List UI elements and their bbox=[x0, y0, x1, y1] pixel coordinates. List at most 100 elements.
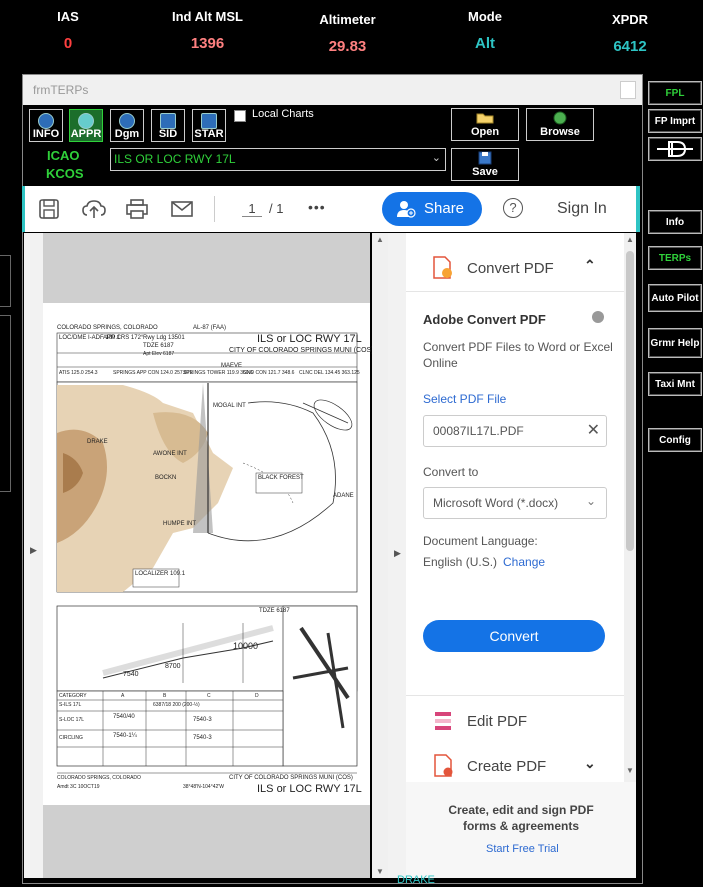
select-file-label: Select PDF File bbox=[423, 392, 507, 406]
promo-box: Create, edit and sign PDF forms & agreem… bbox=[406, 782, 636, 878]
xpdr-value: 6412 bbox=[613, 38, 647, 55]
altimeter-value: 29.83 bbox=[328, 38, 367, 55]
drake-fix-label: DRAKE bbox=[397, 874, 435, 886]
info-tab-button[interactable]: INFO bbox=[29, 109, 63, 142]
local-charts-checkbox[interactable] bbox=[234, 110, 246, 122]
chart-s-loc-a: 7540/40 bbox=[113, 714, 135, 720]
direct-to-icon bbox=[657, 141, 693, 157]
chart-s-ils-val: 6387/18 200 (200-½) bbox=[153, 702, 200, 708]
chevron-down-icon[interactable]: ⌄ bbox=[584, 755, 596, 772]
chart-tdze-profile: TDZE 6187 bbox=[259, 608, 290, 614]
chart-footer-amdt: Amdt 3C 10OCT19 bbox=[57, 784, 100, 790]
email-icon[interactable] bbox=[170, 198, 194, 220]
print-icon[interactable] bbox=[125, 198, 149, 220]
appr-tab-button[interactable]: APPR bbox=[69, 109, 103, 142]
pdf-right-panel-toggle[interactable]: ▶ bbox=[388, 233, 406, 878]
taxi-mnt-button[interactable]: Taxi Mnt bbox=[648, 372, 702, 396]
chart-id: AL-87 (FAA) bbox=[193, 325, 227, 331]
direct-to-button[interactable] bbox=[648, 137, 702, 161]
terps-button[interactable]: TERPs bbox=[648, 246, 702, 270]
edit-pdf-link[interactable]: Edit PDF bbox=[467, 713, 527, 730]
file-name-field[interactable]: 00087IL17L.PDF ✕ bbox=[423, 415, 607, 447]
page-number-input[interactable]: 1 bbox=[242, 201, 262, 217]
start-free-trial-link[interactable]: Start Free Trial bbox=[486, 843, 559, 855]
change-language-link[interactable]: Change bbox=[503, 555, 545, 569]
sid-tab-button[interactable]: SID bbox=[151, 109, 185, 142]
collapse-right-arrow-icon: ▶ bbox=[394, 548, 401, 558]
chart-alt-8700: 8700 bbox=[165, 663, 181, 670]
chart-tdze: TDZE 6187 bbox=[143, 343, 174, 349]
info-button[interactable]: Info bbox=[648, 210, 702, 234]
add-person-icon bbox=[397, 201, 416, 218]
save-label: Save bbox=[472, 166, 498, 178]
panel-divider bbox=[406, 291, 624, 292]
grmr-help-button[interactable]: Grmr Help bbox=[648, 328, 702, 358]
dgm-tab-button[interactable]: Dgm bbox=[110, 109, 144, 142]
edit-pdf-icon bbox=[435, 712, 451, 730]
procedure-select[interactable]: ILS OR LOC RWY 17L ⌄ bbox=[110, 148, 446, 171]
convert-to-select[interactable]: Microsoft Word (*.docx) ⌄ bbox=[423, 487, 607, 519]
chart-fix: BLACK FOREST bbox=[258, 475, 304, 481]
pdf-page-scrollbar[interactable]: ▲ ▼ bbox=[372, 233, 388, 878]
open-button[interactable]: Open bbox=[451, 108, 519, 141]
convert-pdf-header[interactable]: Convert PDF bbox=[467, 260, 554, 277]
chart-fix: BOCKN bbox=[155, 475, 177, 481]
chart-fix: MAEVE bbox=[221, 363, 243, 369]
chart-circ-c: 7540-3 bbox=[193, 735, 212, 741]
sign-in-link[interactable]: Sign In bbox=[557, 200, 607, 218]
chart-alt-7540: 7540 bbox=[123, 671, 139, 678]
ind-alt-value: 1396 bbox=[190, 35, 225, 52]
doc-language-value: English (U.S.) bbox=[423, 555, 498, 569]
chart-s-loc-c: 7540-3 bbox=[193, 717, 212, 723]
create-pdf-link[interactable]: Create PDF bbox=[467, 758, 546, 775]
toolbar-accent-line bbox=[636, 186, 640, 232]
chart-fix: ADANE bbox=[333, 493, 354, 499]
icao-label: ICAO bbox=[47, 148, 80, 163]
window-title: frmTERPs bbox=[33, 83, 89, 97]
help-icon-glyph: ? bbox=[509, 200, 517, 215]
chart-procedure: ILS or LOC RWY 17L bbox=[257, 333, 362, 345]
chart-footer-city: COLORADO SPRINGS, COLORADO bbox=[57, 775, 141, 781]
chart-fix: AWONE INT bbox=[153, 451, 187, 457]
airport-icon bbox=[38, 113, 54, 129]
approach-chart-drawing bbox=[56, 332, 358, 774]
help-icon[interactable]: ? bbox=[503, 198, 523, 218]
share-button[interactable]: Share bbox=[382, 192, 482, 226]
fpl-button[interactable]: FPL bbox=[648, 81, 702, 105]
chart-footer-coords: 38°48'N-104°42'W bbox=[183, 784, 224, 790]
scroll-down-arrow-icon: ▼ bbox=[626, 766, 634, 775]
chevron-down-icon: ⌄ bbox=[585, 494, 596, 508]
chart-alt-10000: 10000 bbox=[233, 641, 259, 651]
browse-button[interactable]: Browse bbox=[526, 108, 594, 141]
info-tab-label: INFO bbox=[32, 128, 60, 140]
chart-footer-procedure: ILS or LOC RWY 17L bbox=[257, 783, 362, 795]
chart-s-loc: S-LOC 17L bbox=[59, 717, 85, 723]
window-close-button[interactable] bbox=[620, 81, 636, 99]
convert-description: Convert PDF Files to Word or Excel Onlin… bbox=[423, 340, 613, 370]
icao-value: KCOS bbox=[46, 166, 84, 181]
more-options-icon[interactable]: ••• bbox=[308, 199, 326, 215]
scroll-down-arrow-icon: ▼ bbox=[376, 867, 384, 876]
clear-file-icon[interactable]: ✕ bbox=[587, 420, 600, 440]
auto-pilot-button[interactable]: Auto Pilot bbox=[648, 284, 702, 312]
save-file-icon[interactable] bbox=[38, 198, 60, 220]
floppy-disk-icon bbox=[478, 151, 492, 165]
approach-chart-page: COLORADO SPRINGS, COLORADO AL-87 (FAA) I… bbox=[43, 303, 374, 805]
star-tab-button[interactable]: STAR bbox=[192, 109, 226, 142]
config-button[interactable]: Config bbox=[648, 428, 702, 452]
pdf-left-panel-toggle[interactable]: ▶ bbox=[24, 233, 43, 878]
convert-button[interactable]: Convert bbox=[423, 620, 605, 652]
left-edge-panel bbox=[0, 255, 11, 307]
chevron-down-icon: ⌄ bbox=[431, 152, 441, 164]
chart-cat-a: A bbox=[121, 693, 125, 699]
upload-cloud-icon[interactable] bbox=[82, 198, 106, 220]
fp-import-button[interactable]: FP Imprt bbox=[648, 109, 702, 133]
scroll-thumb[interactable] bbox=[626, 251, 634, 551]
convert-pdf-icon bbox=[433, 256, 452, 279]
save-button[interactable]: Save bbox=[451, 148, 519, 181]
pdf-toolbar: 1 / 1 ••• Share ? Sign In bbox=[24, 186, 640, 232]
convert-to-label: Convert to bbox=[423, 465, 479, 479]
chart-app-con: SPRINGS APP CON 124.0 257.875 bbox=[113, 370, 193, 376]
left-edge-panel bbox=[0, 315, 11, 492]
chevron-up-icon[interactable]: ⌃ bbox=[584, 257, 596, 274]
